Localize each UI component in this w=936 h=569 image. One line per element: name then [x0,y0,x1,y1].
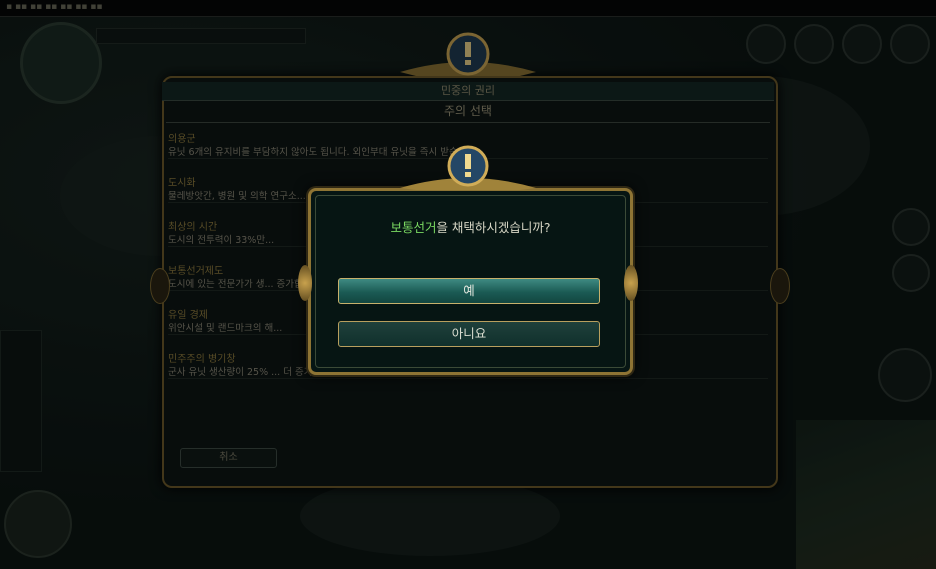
popup-alert-icon [400,145,536,190]
question-highlight: 보통선거 [390,220,437,235]
confirm-question: 보통선거을 채택하시겠습니까? [308,217,633,236]
popup-left-knob [298,265,312,301]
popup-right-knob [624,265,638,301]
yes-button[interactable]: 예 [338,278,600,304]
question-text: 을 채택하시겠습니까? [436,220,551,235]
no-button[interactable]: 아니요 [338,321,600,347]
